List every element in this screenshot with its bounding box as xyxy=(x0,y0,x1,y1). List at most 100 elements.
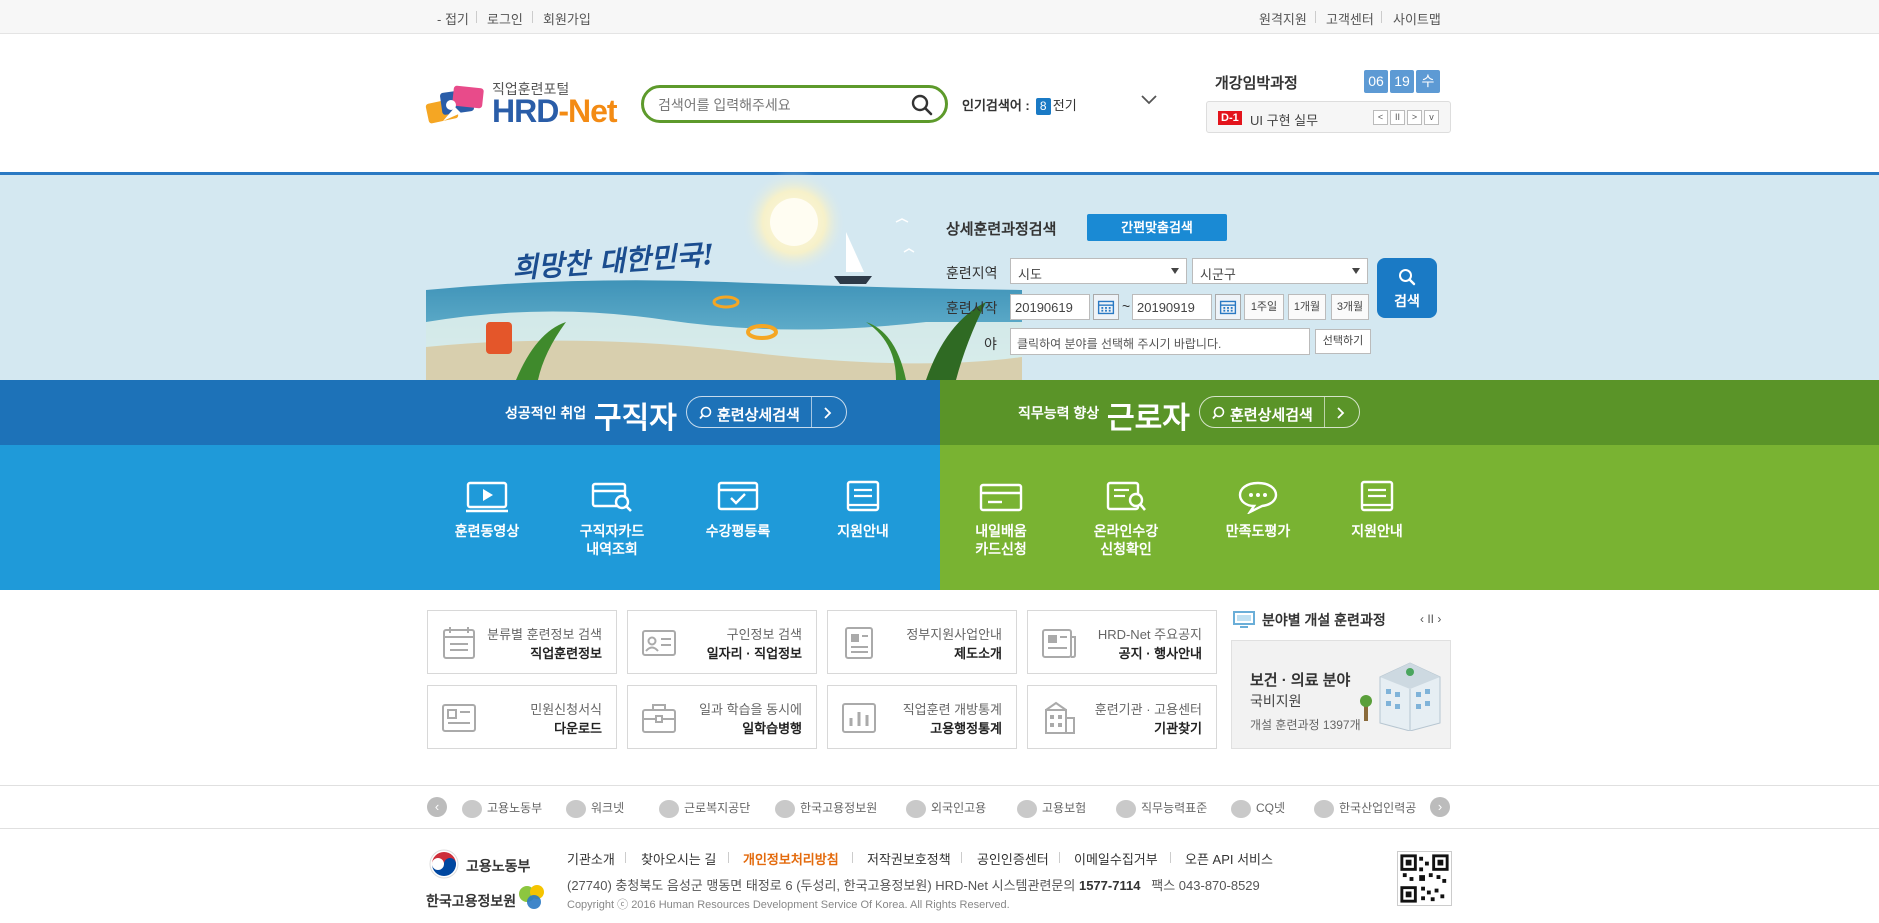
date-from-input[interactable]: 20190619 xyxy=(1010,294,1090,320)
period-3month-button[interactable]: 3개월 xyxy=(1331,294,1369,320)
partners-next-button[interactable]: › xyxy=(1430,797,1450,817)
choose-field-button[interactable]: 선택하기 xyxy=(1315,329,1371,354)
field-select-input[interactable]: 클릭하여 분야를 선택해 주시기 바랍니다. xyxy=(1010,328,1310,355)
footer-link-email-refusal[interactable]: 이메일수집거부 xyxy=(1074,849,1158,868)
work-study-box[interactable]: 일과 학습을 동시에 일학습병행 xyxy=(627,685,817,749)
login-link[interactable]: 로그인 xyxy=(487,9,523,28)
partner-logo-icon xyxy=(1314,799,1334,818)
course-review-link[interactable]: 수강평등록 xyxy=(673,480,803,540)
region-label: 훈련지역 xyxy=(946,265,998,281)
training-video-link[interactable]: 훈련동영상 xyxy=(422,480,552,540)
search-icon xyxy=(699,406,712,420)
footer-link-about[interactable]: 기관소개 xyxy=(567,849,615,868)
divider xyxy=(728,852,729,863)
detail-search-button[interactable]: 검색 xyxy=(1377,258,1437,318)
info-box-subtitle: HRD-Net 주요공지 xyxy=(1097,627,1202,642)
date-to-input[interactable]: 20190919 xyxy=(1132,294,1212,320)
seeker-support-guide-link[interactable]: 지원안내 xyxy=(798,480,928,540)
seeker-card-history-link[interactable]: 구직자카드 내역조회 xyxy=(547,480,677,558)
footer-link-copyright-policy[interactable]: 저작권보호정책 xyxy=(867,849,951,868)
district-select[interactable]: 시군구 xyxy=(1192,258,1368,284)
employment-stats-box[interactable]: 직업훈련 개방통계 고용행정통계 xyxy=(827,685,1017,749)
customer-center-link[interactable]: 고객센터 xyxy=(1326,9,1374,28)
info-box-title: 직업훈련정보 xyxy=(530,646,602,661)
menu-label: 내역조회 xyxy=(586,541,638,557)
sitemap-link[interactable]: 사이트맵 xyxy=(1393,9,1441,28)
footer-link-certificate[interactable]: 공인인증센터 xyxy=(977,849,1049,868)
open-course-ticker: D-1 UI 구현 실무 < II > v xyxy=(1206,101,1451,133)
ministry-emblem-icon xyxy=(429,849,459,879)
field-course-card[interactable]: 보건 · 의료 분야 국비지원 개설 훈련과정 1397개 xyxy=(1231,640,1451,749)
next-button[interactable]: > xyxy=(1407,110,1422,125)
partner-link[interactable]: 워크넷 xyxy=(566,799,624,818)
ministry-logo-text[interactable]: 고용노동부 xyxy=(466,856,530,876)
period-1week-button[interactable]: 1주일 xyxy=(1244,294,1284,320)
partner-link[interactable]: 고용노동부 xyxy=(462,799,542,818)
partner-name: 근로복지공단 xyxy=(684,801,751,815)
collapse-link[interactable]: - 접기 xyxy=(437,9,469,28)
partner-link[interactable]: 근로복지공단 xyxy=(659,799,750,818)
logo-title[interactable]: HRD-Net xyxy=(492,93,618,130)
partner-link[interactable]: 고용보험 xyxy=(1017,799,1086,818)
prev-button[interactable]: < xyxy=(1373,110,1388,125)
popular-keywords[interactable]: 인기검색어 : 8 전기 xyxy=(962,95,1077,115)
form-icon xyxy=(442,704,476,732)
policy-info-box[interactable]: 정부지원사업안내 제도소개 xyxy=(827,610,1017,674)
partner-link[interactable]: 직무능력표준 xyxy=(1116,799,1207,818)
info-box-subtitle: 일과 학습을 동시에 xyxy=(699,702,802,717)
footer-link-directions[interactable]: 찾아오시는 길 xyxy=(641,849,716,868)
date-range-tilde: ~ xyxy=(1122,298,1131,314)
region-select[interactable]: 시도 xyxy=(1010,258,1187,284)
divider xyxy=(1059,852,1060,863)
search-icon[interactable] xyxy=(911,94,933,116)
job-info-box[interactable]: 구인정보 검색 일자리 · 직업정보 xyxy=(627,610,817,674)
hrd-logo-icon[interactable] xyxy=(425,83,491,127)
calendar-icon[interactable] xyxy=(1093,294,1119,320)
worker-support-guide-link[interactable]: 지원안내 xyxy=(1312,480,1442,540)
training-info-box[interactable]: 분류별 훈련정보 검색 직업훈련정보 xyxy=(427,610,617,674)
keis-logo-text[interactable]: 한국고용정보원 xyxy=(426,891,516,911)
partner-link[interactable]: 한국산업인력공 xyxy=(1314,799,1416,818)
partner-name: 직무능력표준 xyxy=(1141,801,1208,815)
popular-keyword[interactable]: 전기 xyxy=(1053,98,1077,113)
partners-prev-button[interactable]: ‹ xyxy=(427,797,447,817)
divider xyxy=(811,397,812,427)
chevron-right-icon xyxy=(1337,407,1345,419)
tomorrow-learning-card-link[interactable]: 내일배움 카드신청 xyxy=(936,480,1066,558)
worker-detail-search-button[interactable]: 훈련상세검색 xyxy=(1199,396,1360,428)
footer-link-privacy[interactable]: 개인정보처리방침 xyxy=(743,849,839,868)
chat-bubble-icon xyxy=(1238,481,1278,514)
qr-code-icon[interactable] xyxy=(1397,851,1452,906)
course-name-link[interactable]: UI 구현 실무 xyxy=(1250,110,1318,129)
main-search-box xyxy=(641,85,948,123)
expand-button[interactable]: v xyxy=(1424,110,1439,125)
institution-search-box[interactable]: 훈련기관 · 고용센터 기관찾기 xyxy=(1027,685,1217,749)
book-icon xyxy=(1360,480,1394,512)
search-icon xyxy=(1212,406,1225,420)
quick-search-button[interactable]: 간편맞춤검색 xyxy=(1087,214,1227,241)
forms-download-box[interactable]: 민원신청서식 다운로드 xyxy=(427,685,617,749)
start-date-label: 훈련시작 xyxy=(946,300,998,316)
seeker-detail-search-button[interactable]: 훈련상세검색 xyxy=(686,396,847,428)
partner-link[interactable]: CQ넷 xyxy=(1231,799,1285,818)
dropdown-arrow-icon xyxy=(1352,268,1360,274)
partner-link[interactable]: 외국인고용 xyxy=(906,799,986,818)
signup-link[interactable]: 회원가입 xyxy=(543,9,591,28)
online-enrollment-check-link[interactable]: 온라인수강 신청확인 xyxy=(1061,480,1191,558)
dropdown-arrow-icon xyxy=(1171,268,1179,274)
footer-link-open-api[interactable]: 오픈 API 서비스 xyxy=(1185,849,1273,868)
partner-logo-icon xyxy=(775,799,795,818)
partner-link[interactable]: 한국고용정보원 xyxy=(775,799,877,818)
divider xyxy=(1381,11,1382,23)
notice-info-box[interactable]: HRD-Net 주요공지 공지 · 행사안내 xyxy=(1027,610,1217,674)
period-1month-button[interactable]: 1개월 xyxy=(1288,294,1326,320)
chevron-down-icon[interactable] xyxy=(1140,93,1158,107)
field-course-controls[interactable]: ‹ II › xyxy=(1420,612,1441,626)
remote-support-link[interactable]: 원격지원 xyxy=(1259,9,1307,28)
chevron-right-icon xyxy=(824,407,832,419)
main-search-input[interactable] xyxy=(658,95,908,115)
pause-button[interactable]: II xyxy=(1390,110,1405,125)
satisfaction-survey-link[interactable]: 만족도평가 xyxy=(1193,480,1323,540)
review-icon xyxy=(717,481,759,511)
calendar-icon[interactable] xyxy=(1215,294,1241,320)
